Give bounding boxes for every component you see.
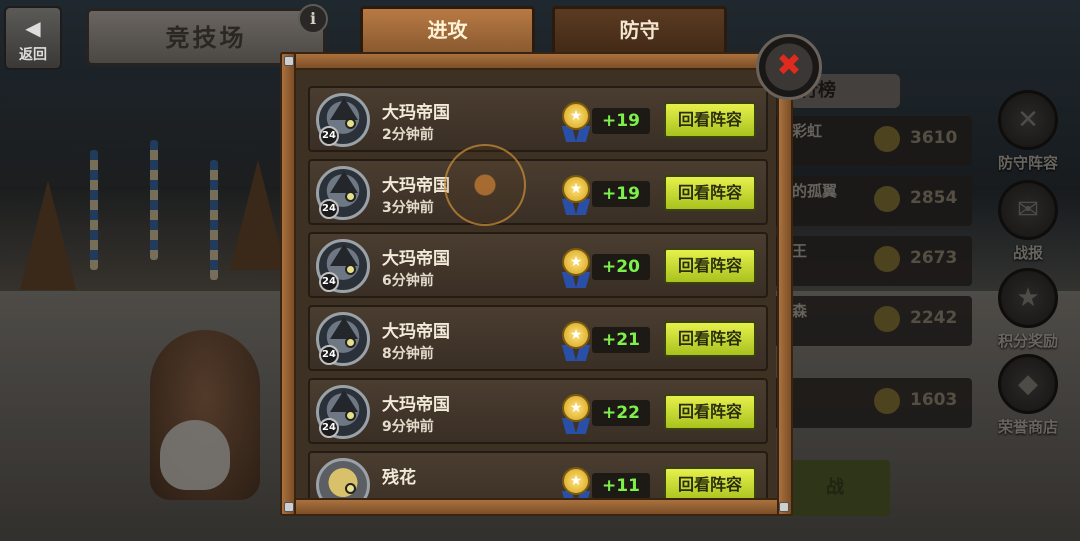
frame-right-bar — [777, 52, 793, 516]
nail-icon — [284, 502, 294, 512]
nail-icon — [779, 502, 789, 512]
close-button[interactable]: ✖ — [756, 34, 822, 100]
frame-top-bar — [280, 52, 793, 70]
close-icon: ✖ — [776, 48, 802, 83]
tab-defense[interactable]: 防守 — [552, 6, 727, 52]
nail-icon — [284, 56, 294, 66]
tab-attack[interactable]: 进攻 — [360, 6, 535, 52]
touch-indicator — [444, 144, 526, 226]
back-arrow-icon: ◀ — [25, 16, 41, 40]
wooden-frame — [280, 52, 793, 516]
frame-left-bar — [280, 52, 296, 516]
back-label: 返回 — [19, 47, 47, 63]
info-icon[interactable]: i — [298, 4, 328, 34]
back-button[interactable]: ◀ 返回 — [4, 6, 62, 70]
frame-bottom-bar — [280, 498, 793, 516]
